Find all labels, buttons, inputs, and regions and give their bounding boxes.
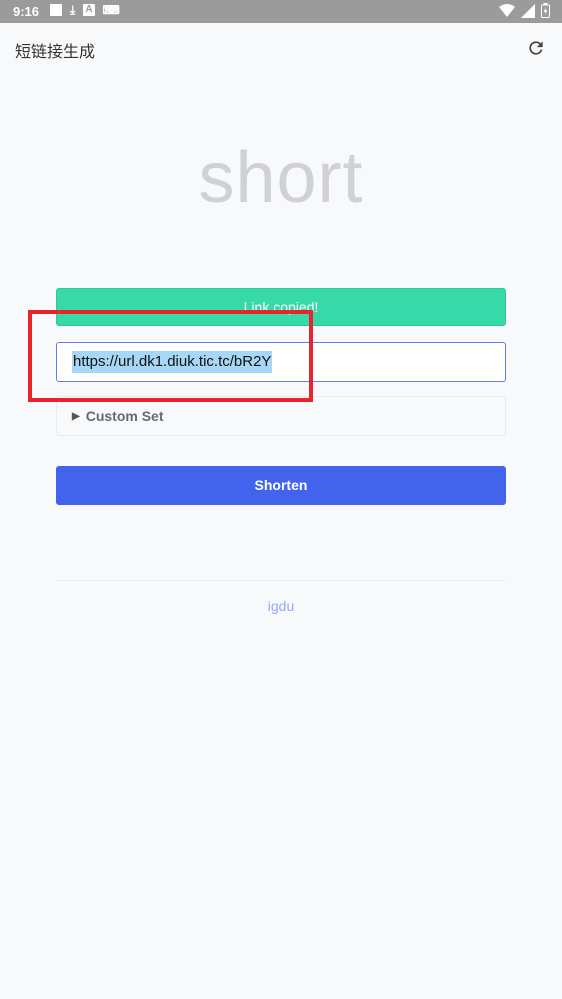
footer-link-igdu[interactable]: igdu bbox=[0, 598, 562, 614]
system-icons bbox=[499, 3, 550, 18]
footer-divider bbox=[56, 580, 506, 581]
notification-icons: ⤓ A ⌨ bbox=[50, 4, 120, 16]
battery-icon bbox=[541, 3, 550, 18]
keyboard-icon: ⌨ bbox=[102, 3, 120, 17]
wifi-icon bbox=[499, 3, 515, 17]
signal-icon bbox=[521, 3, 535, 18]
status-time: 9:16 bbox=[13, 4, 40, 19]
app-a-icon: A bbox=[83, 4, 95, 16]
app-title: 短链接生成 bbox=[15, 42, 96, 61]
brand-logo: short bbox=[198, 138, 364, 218]
expand-triangle-icon: ▶ bbox=[72, 410, 80, 422]
app-bar: 短链接生成 bbox=[0, 23, 562, 75]
refresh-icon[interactable] bbox=[526, 38, 546, 58]
link-copied-banner: Link copied! bbox=[56, 288, 506, 326]
short-url-field[interactable]: https://url.dk1.diuk.tic.tc/bR2Y bbox=[56, 342, 506, 382]
download-icon: ⤓ bbox=[70, 3, 76, 17]
notification-square-icon bbox=[50, 4, 62, 16]
status-bar: 9:16 ⤓ A ⌨ bbox=[0, 0, 562, 23]
shorten-button[interactable]: Shorten bbox=[56, 466, 506, 505]
custom-set-toggle[interactable]: ▶ Custom Set bbox=[56, 396, 506, 436]
custom-set-label: Custom Set bbox=[85, 408, 164, 424]
short-url-value[interactable]: https://url.dk1.diuk.tic.tc/bR2Y bbox=[72, 351, 273, 373]
